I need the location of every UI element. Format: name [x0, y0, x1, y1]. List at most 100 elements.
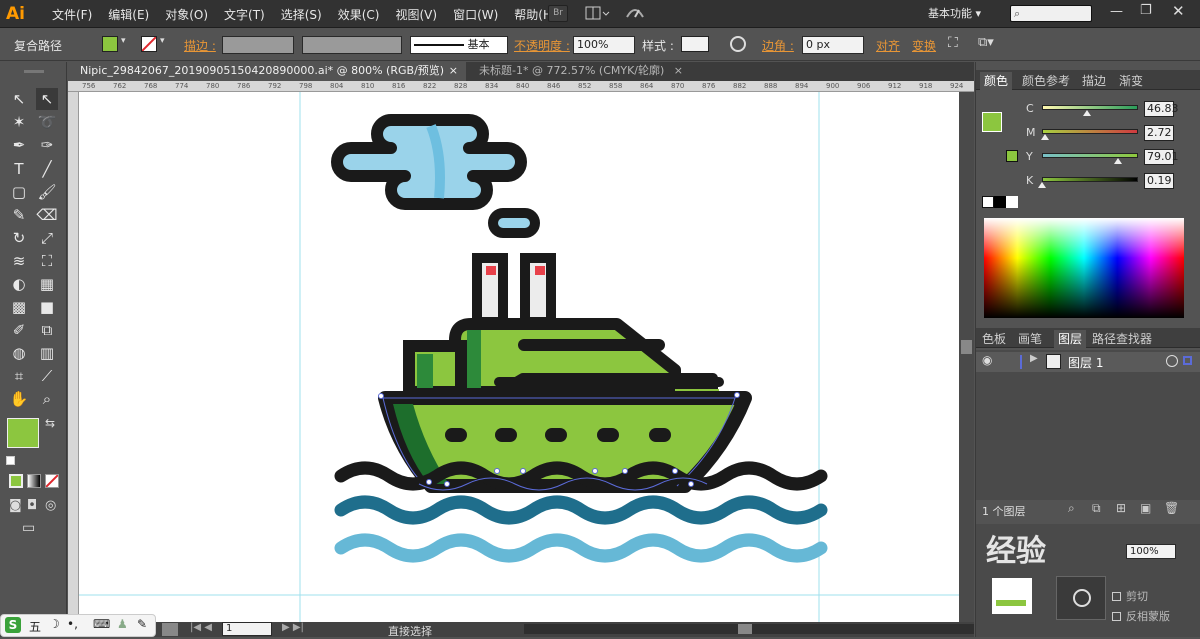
type-tool-icon[interactable]: T — [8, 158, 30, 180]
zoom-dropdown[interactable] — [162, 623, 178, 636]
draw-inside-icon[interactable]: ◎ — [45, 498, 56, 513]
brush-definition-select[interactable]: 基本 — [410, 36, 508, 54]
menu-item[interactable]: 编辑(E) — [100, 6, 157, 23]
menu-item[interactable]: 效果(C) — [330, 6, 388, 23]
stroke-weight-field[interactable] — [222, 36, 294, 54]
close-window-button[interactable]: ✕ — [1172, 2, 1185, 20]
layer-name[interactable]: 图层 1 — [1068, 354, 1103, 371]
scroll-thumb[interactable] — [738, 624, 752, 634]
channel-slider[interactable] — [1042, 129, 1138, 134]
new-sublayer-icon[interactable]: ⊞ — [1116, 501, 1126, 515]
close-tab-icon[interactable]: × — [449, 62, 458, 80]
mesh-tool-icon[interactable]: ▩ — [8, 296, 30, 318]
close-tab-icon[interactable]: × — [674, 62, 683, 80]
locate-object-icon[interactable]: ⌕ — [1068, 501, 1075, 516]
color-spectrum[interactable] — [984, 218, 1184, 318]
rectangle-tool-icon[interactable]: ▢ — [8, 181, 30, 203]
menu-item[interactable]: 文字(T) — [216, 6, 273, 23]
tab-brushes[interactable]: 画笔 — [1018, 330, 1042, 347]
graphic-style-picker[interactable] — [681, 36, 709, 52]
eraser-tool-icon[interactable]: ⌫ — [36, 204, 58, 226]
transform-link[interactable]: 变换 — [912, 37, 936, 54]
black-swatch[interactable] — [994, 196, 1006, 208]
blend-tool-icon[interactable]: ⧉ — [36, 319, 58, 341]
pen-tool-icon[interactable]: ✒ — [8, 134, 30, 156]
width-tool-icon[interactable]: ≋ — [8, 250, 30, 272]
corner-label[interactable]: 边角 : — [762, 37, 794, 54]
free-transform-tool-icon[interactable]: ⛶ — [36, 250, 58, 272]
visibility-eye-icon[interactable]: ◉ — [982, 353, 992, 367]
recolor-artwork-icon[interactable] — [730, 36, 746, 52]
channel-slider[interactable] — [1042, 177, 1138, 182]
corner-radius-field[interactable]: 0 px — [802, 36, 864, 54]
channel-value[interactable]: 0.19 — [1144, 173, 1174, 189]
color-mode-icon[interactable] — [9, 474, 23, 488]
channel-value[interactable]: 2.72 — [1144, 125, 1174, 141]
menu-item[interactable]: 文件(F) — [44, 6, 100, 23]
fill-dropdown-icon[interactable]: ▾ — [121, 36, 133, 52]
slider-thumb[interactable] — [1038, 182, 1047, 188]
perspective-grid-tool-icon[interactable]: ▦ — [36, 273, 58, 295]
workspace-switcher[interactable]: 基本功能 ▾ — [928, 5, 981, 21]
new-layer-icon[interactable]: ▣ — [1140, 501, 1151, 515]
direct-selection-tool-icon[interactable]: ↖ — [36, 88, 58, 110]
magic-wand-tool-icon[interactable]: ✶ — [8, 111, 30, 133]
layer-row[interactable]: ◉ ▶ 图层 1 — [976, 352, 1200, 372]
opacity-label[interactable]: 不透明度 : — [514, 37, 570, 54]
punctuation-icon[interactable]: •, — [67, 617, 78, 631]
swap-fill-stroke-icon[interactable]: ⇆ — [45, 416, 55, 430]
tab-color[interactable]: 颜色 — [980, 72, 1013, 90]
paintbrush-tool-icon[interactable]: 🖌 — [36, 181, 58, 203]
slider-thumb[interactable] — [1113, 158, 1122, 164]
white-swatch[interactable] — [1006, 196, 1018, 208]
isolate-object-icon[interactable]: ⛶ — [948, 35, 958, 51]
moon-icon[interactable]: ☽ — [49, 617, 60, 631]
artboard-canvas[interactable] — [79, 92, 959, 622]
selection-tool-icon[interactable]: ↖ — [8, 88, 30, 110]
fill-color-box[interactable] — [7, 418, 39, 448]
menu-item[interactable]: 窗口(W) — [445, 6, 506, 23]
target-icon[interactable] — [1166, 355, 1178, 367]
lasso-tool-icon[interactable]: ➰ — [36, 111, 58, 133]
artboard-tool-icon[interactable]: ⌗ — [8, 365, 30, 387]
wrench-icon[interactable]: ✎ — [137, 617, 147, 631]
menu-item[interactable]: 选择(S) — [273, 6, 330, 23]
keyboard-icon[interactable]: ⌨ — [93, 617, 110, 631]
sogou-logo-icon[interactable]: S — [5, 617, 21, 633]
artboard-number-field[interactable]: 1 — [222, 622, 272, 636]
zoom-tool-icon[interactable]: ⌕ — [36, 388, 58, 410]
restore-button[interactable]: ❐ — [1140, 3, 1152, 18]
menu-item[interactable]: 视图(V) — [387, 6, 445, 23]
tab-swatches[interactable]: 色板 — [982, 330, 1006, 347]
tab-gradient[interactable]: 渐变 — [1119, 72, 1143, 89]
stroke-weight-label[interactable]: 描边 : — [184, 37, 216, 54]
tab-pathfinder[interactable]: 路径查找器 — [1092, 330, 1152, 347]
slider-thumb[interactable] — [1082, 110, 1091, 116]
delete-layer-icon[interactable]: 🗑 — [1164, 501, 1179, 515]
line-tool-icon[interactable]: ╱ — [36, 158, 58, 180]
search-input[interactable]: ⌕ — [1010, 5, 1092, 22]
gpu-performance-icon[interactable] — [624, 5, 646, 22]
slider-thumb[interactable] — [1040, 134, 1049, 140]
tab-stroke[interactable]: 描边 — [1082, 72, 1106, 89]
expand-layer-icon[interactable]: ▶ — [1030, 353, 1038, 364]
ime-mode[interactable]: 五 — [29, 618, 41, 635]
user-icon[interactable]: ♟ — [117, 617, 128, 631]
align-link[interactable]: 对齐 — [876, 37, 900, 54]
slice-tool-icon[interactable]: ⟋ — [36, 365, 58, 387]
stroke-swatch[interactable] — [141, 36, 157, 52]
default-colors-icon[interactable] — [6, 456, 15, 465]
draw-normal-icon[interactable]: ◙ — [9, 498, 22, 513]
shape-builder-tool-icon[interactable]: ◐ — [8, 273, 30, 295]
fill-swatch[interactable] — [102, 36, 118, 52]
none-mode-icon[interactable] — [45, 474, 59, 488]
menu-item[interactable]: 对象(O) — [157, 6, 216, 23]
opacity-field[interactable]: 100% — [573, 36, 635, 54]
transparency-opacity-field[interactable]: 100% — [1126, 544, 1176, 559]
tab-layers[interactable]: 图层 — [1054, 330, 1087, 348]
channel-slider[interactable] — [1042, 153, 1138, 158]
select-similar-icon[interactable]: ⧉▾ — [978, 35, 994, 50]
symbol-sprayer-tool-icon[interactable]: ◍ — [8, 342, 30, 364]
gradient-mode-icon[interactable] — [27, 474, 41, 488]
scroll-thumb[interactable] — [961, 340, 972, 354]
